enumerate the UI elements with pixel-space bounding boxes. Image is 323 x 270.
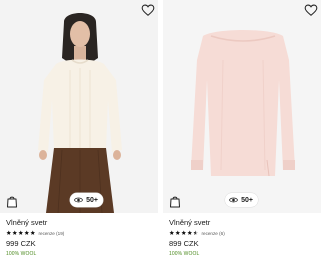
star-icon bbox=[30, 230, 36, 236]
star-icon bbox=[187, 230, 193, 236]
review-count[interactable]: recenze (6) bbox=[202, 231, 225, 236]
product-title[interactable]: Vlněný svetr bbox=[6, 218, 156, 227]
star-icon bbox=[175, 230, 181, 236]
shopping-bag-icon[interactable] bbox=[6, 195, 18, 208]
eye-icon bbox=[229, 197, 239, 203]
product-image[interactable]: 50+ bbox=[0, 0, 158, 213]
heart-outline-icon[interactable] bbox=[141, 3, 155, 17]
model-wearing-cream-sweater-illustration bbox=[0, 0, 158, 213]
material-tag: 100% WOOL bbox=[6, 251, 37, 257]
product-title[interactable]: Vlněný svetr bbox=[169, 218, 319, 227]
view-count-badge: 50+ bbox=[70, 193, 103, 207]
shopping-bag-icon[interactable] bbox=[169, 195, 181, 208]
star-icon bbox=[6, 230, 12, 236]
material-tag: 100% WOOL bbox=[169, 251, 200, 257]
product-info: Vlněný svetr recenze (19) 999 CZK 100% W… bbox=[6, 218, 156, 257]
product-image[interactable]: 50+ bbox=[163, 0, 321, 213]
view-count: 50+ bbox=[86, 196, 98, 204]
heart-outline-icon[interactable] bbox=[304, 3, 318, 17]
view-count-badge: 50+ bbox=[225, 193, 258, 207]
view-count: 50+ bbox=[241, 196, 253, 204]
star-rating bbox=[6, 230, 36, 236]
star-icon bbox=[18, 230, 24, 236]
product-price: 899 CZK bbox=[169, 239, 199, 248]
product-card[interactable]: 50+ Vlněný svetr recenze (6) 899 CZK 100… bbox=[163, 0, 321, 270]
product-price: 999 CZK bbox=[6, 239, 36, 248]
pink-sweater-flatlay-illustration bbox=[163, 0, 321, 213]
review-count[interactable]: recenze (19) bbox=[39, 231, 65, 236]
product-card[interactable]: 50+ Vlněný svetr recenze (19) 999 CZK 10… bbox=[0, 0, 158, 270]
star-half-icon bbox=[193, 230, 199, 236]
eye-icon bbox=[74, 197, 84, 203]
star-icon bbox=[12, 230, 18, 236]
product-info: Vlněný svetr recenze (6) 899 CZK 100% WO… bbox=[169, 218, 319, 257]
star-rating bbox=[169, 230, 199, 236]
product-rating[interactable]: recenze (6) bbox=[169, 230, 319, 236]
star-icon bbox=[169, 230, 175, 236]
star-icon bbox=[181, 230, 187, 236]
product-rating[interactable]: recenze (19) bbox=[6, 230, 156, 236]
star-icon bbox=[24, 230, 30, 236]
